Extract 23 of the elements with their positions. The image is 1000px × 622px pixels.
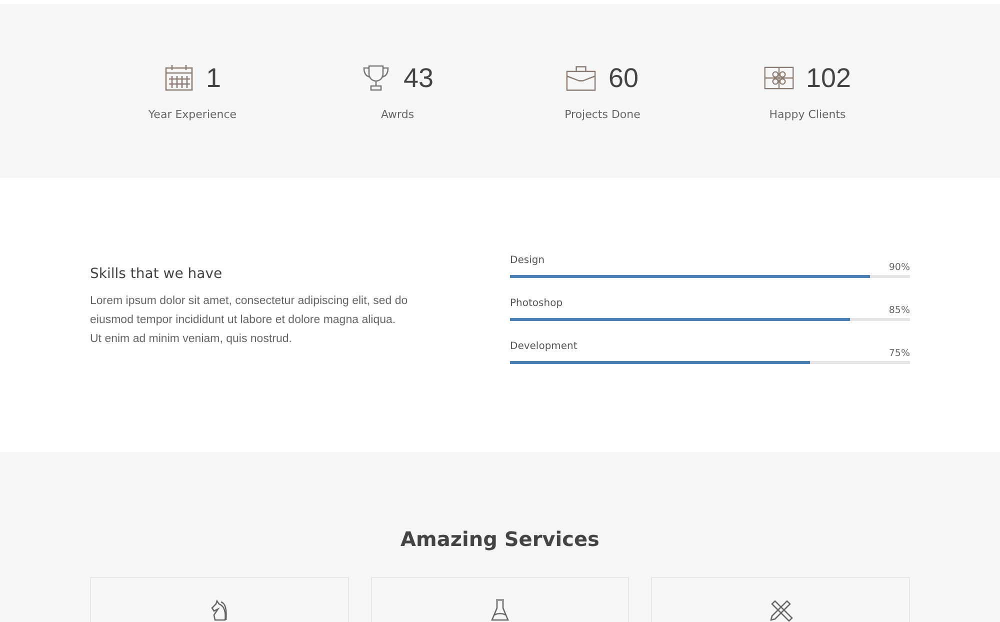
flask-icon — [488, 598, 512, 622]
stat-label: Happy Clients — [769, 108, 846, 121]
briefcase-icon — [566, 64, 596, 92]
section-heading: Amazing Services — [400, 526, 600, 551]
stat-label: Year Experience — [148, 108, 237, 121]
skill-percent: 85% — [888, 304, 910, 316]
stat-number: 60 — [608, 62, 639, 94]
skill-percent: 90% — [888, 261, 910, 273]
skill-name: Photoshop — [510, 298, 563, 309]
calendar-icon — [164, 64, 194, 92]
stat-label: Projects Done — [564, 108, 640, 121]
section-heading: Skills that we have — [90, 266, 224, 282]
gift-icon — [764, 64, 794, 92]
skill-name: Design — [510, 255, 545, 266]
stat-number: 102 — [806, 62, 852, 94]
stat-label: Awrds — [380, 108, 414, 121]
pencil-ruler-icon — [768, 598, 793, 622]
skills-description: Lorem ipsum dolor sit amet, consectetur adipiscing elit, sed do eiusmod tempor incididunt ut labore et dolore magna aliqua. Ut enim ad minim veniam, quis nostrud. — [90, 294, 409, 347]
trophy-icon — [361, 64, 392, 92]
stat-number: 1 — [206, 62, 222, 94]
skill-name: Development — [510, 341, 578, 352]
stat-number: 43 — [403, 62, 434, 94]
skill-percent: 75% — [888, 347, 910, 359]
